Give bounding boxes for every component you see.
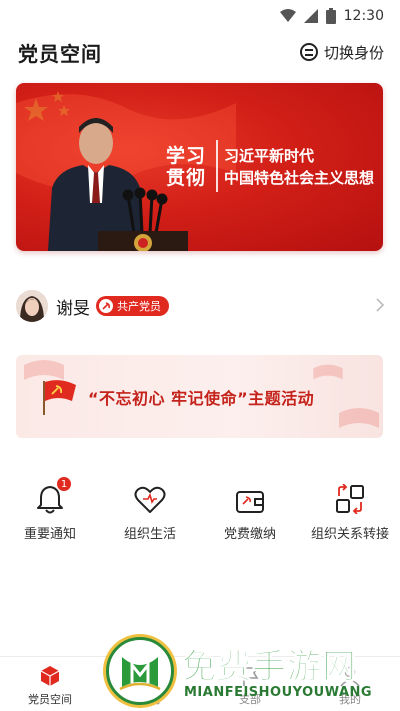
banner-slogan-right: 习近平新时代 中国特色社会主义思想: [224, 145, 374, 189]
status-bar: 12:30: [0, 0, 400, 32]
signal-icon: [303, 9, 318, 23]
theme-activity-banner[interactable]: “不忘初心 牢记使命”主题活动: [16, 355, 383, 438]
switch-identity-label: 切换身份: [323, 43, 384, 62]
status-time: 12:30: [343, 8, 384, 24]
page-title: 党员空间: [18, 41, 102, 66]
bottom-tab-bar: 党员空间 学习 支部 我的: [0, 656, 400, 711]
notification-count-badge: 1: [56, 476, 72, 492]
battery-icon: [325, 8, 336, 24]
banner-slogan-right-line1: 习近平新时代: [224, 147, 315, 165]
quick-actions: 1 重要通知 组织生活 党费缴纳 组织关系转接: [0, 476, 400, 548]
activity-title: “不忘初心 牢记使命”主题活动: [88, 388, 315, 408]
tab-label: 学习: [139, 693, 161, 706]
activity-decoration-right: [339, 408, 379, 428]
transfer-icon: [336, 484, 364, 514]
user-icon: [340, 666, 360, 687]
study-banner[interactable]: 学习贯彻 习近平新时代 中国特色社会主义思想: [16, 83, 383, 251]
switch-identity-icon: [299, 43, 318, 61]
party-member-badge-label: 共产党员: [117, 300, 161, 313]
wallet-icon: [236, 491, 264, 513]
quick-action-org-life[interactable]: 组织生活: [100, 478, 200, 548]
tab-study[interactable]: 学习: [100, 657, 200, 711]
tab-label: 党员空间: [28, 693, 72, 706]
avatar: [16, 290, 48, 322]
tab-label: 支部: [239, 693, 261, 706]
wifi-icon: [279, 9, 296, 22]
heart-icon: [134, 486, 166, 513]
flag-icon: [243, 667, 259, 686]
cube-icon: [40, 666, 60, 686]
book-icon: [141, 667, 159, 686]
tab-label: 我的: [339, 693, 361, 706]
tab-branch[interactable]: 支部: [200, 657, 300, 711]
quick-action-transfer[interactable]: 组织关系转接: [300, 478, 400, 548]
activity-decoration-top-right: [313, 364, 343, 380]
switch-identity-button[interactable]: 切换身份: [299, 42, 384, 63]
quick-action-dues[interactable]: 党费缴纳: [200, 478, 300, 548]
quick-action-label: 组织生活: [123, 527, 176, 542]
banner-slogan-right-line2: 中国特色社会主义思想: [224, 169, 375, 187]
tab-party-space[interactable]: 党员空间: [0, 657, 100, 711]
activity-decoration-left: [24, 360, 64, 380]
party-member-badge: 共产党员: [96, 296, 169, 316]
user-profile-row[interactable]: 谢旻 共产党员: [16, 288, 384, 324]
party-emblem-icon: [99, 299, 113, 313]
banner-slogan-left: 学习贯彻: [166, 145, 207, 189]
quick-action-label: 党费缴纳: [223, 527, 276, 542]
quick-action-label: 组织关系转接: [310, 527, 389, 542]
chevron-right-icon: [376, 298, 384, 312]
banner-divider: [216, 140, 218, 192]
page-header: 党员空间 切换身份: [0, 32, 400, 72]
quick-action-notice[interactable]: 1 重要通知: [0, 476, 100, 548]
quick-action-label: 重要通知: [23, 527, 76, 542]
tab-mine[interactable]: 我的: [300, 657, 400, 711]
user-name: 谢旻: [56, 298, 90, 319]
